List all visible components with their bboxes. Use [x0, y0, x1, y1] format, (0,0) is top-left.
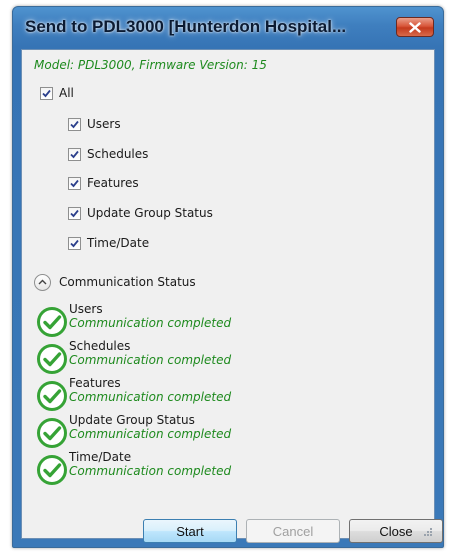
status-item-features: Features Communication completed — [36, 376, 336, 414]
features-checkbox[interactable] — [68, 176, 81, 190]
dialog-content: Model: PDL3000, Firmware Version: 15 All… — [21, 49, 443, 543]
window-title: Send to PDL3000 [Hunterdon Hospital... — [25, 17, 347, 36]
start-button[interactable]: Start — [143, 519, 237, 543]
users-checkbox-label: Users — [87, 117, 121, 131]
update-group-status-checkbox[interactable] — [68, 206, 81, 220]
option-users-row[interactable]: Users — [68, 115, 121, 133]
status-item-users: Users Communication completed — [36, 302, 336, 340]
checkmark-icon — [42, 89, 51, 97]
title-bar[interactable]: Send to PDL3000 [Hunterdon Hospital... — [13, 7, 443, 49]
option-update-group-status-row[interactable]: Update Group Status — [68, 204, 213, 222]
option-schedules-row[interactable]: Schedules — [68, 145, 148, 163]
status-item-message: Communication completed — [69, 353, 232, 367]
communication-status-expander[interactable]: Communication Status — [34, 272, 196, 292]
status-item-name: Time/Date — [69, 450, 132, 464]
all-checkbox-label: All — [59, 86, 74, 100]
send-dialog-window: Send to PDL3000 [Hunterdon Hospital... M… — [12, 6, 444, 548]
chevron-up-icon — [38, 279, 47, 285]
status-item-message: Communication completed — [69, 390, 232, 404]
close-icon — [409, 21, 421, 33]
status-item-name: Users — [69, 302, 103, 316]
status-item-name: Update Group Status — [69, 413, 195, 427]
status-item-message: Communication completed — [69, 316, 232, 330]
check-circle-icon — [37, 455, 67, 485]
checkmark-icon — [70, 179, 79, 187]
all-checkbox-row[interactable]: All — [40, 84, 74, 102]
users-checkbox[interactable] — [68, 117, 81, 131]
checkmark-icon — [70, 150, 79, 158]
cancel-button[interactable]: Cancel — [246, 519, 340, 543]
schedules-checkbox[interactable] — [68, 147, 81, 161]
status-item-name: Schedules — [69, 339, 131, 353]
check-circle-icon — [37, 418, 67, 448]
collapse-toggle-button[interactable] — [34, 273, 51, 291]
model-firmware-info: Model: PDL3000, Firmware Version: 15 — [34, 58, 267, 72]
checkmark-icon — [70, 120, 79, 128]
schedules-checkbox-label: Schedules — [87, 147, 149, 161]
status-item-schedules: Schedules Communication completed — [36, 339, 336, 377]
time-date-checkbox[interactable] — [68, 236, 81, 250]
checkmark-icon — [70, 209, 79, 217]
option-time-date-row[interactable]: Time/Date — [68, 234, 149, 252]
checkmark-icon — [70, 239, 79, 247]
time-date-checkbox-label: Time/Date — [87, 236, 150, 250]
option-features-row[interactable]: Features — [68, 174, 139, 192]
check-circle-icon — [37, 344, 67, 374]
status-item-message: Communication completed — [69, 464, 232, 478]
update-group-status-checkbox-label: Update Group Status — [87, 206, 213, 220]
status-item-message: Communication completed — [69, 427, 232, 441]
window-close-button[interactable] — [396, 17, 434, 37]
communication-status-label: Communication Status — [59, 275, 196, 289]
status-item-time-date: Time/Date Communication completed — [36, 450, 336, 488]
check-circle-icon — [37, 307, 67, 337]
status-item-update-group-status: Update Group Status Communication comple… — [36, 413, 336, 451]
resize-grip-icon[interactable] — [423, 527, 433, 537]
all-checkbox[interactable] — [40, 86, 53, 100]
features-checkbox-label: Features — [87, 176, 139, 190]
check-circle-icon — [37, 381, 67, 411]
status-item-name: Features — [69, 376, 121, 390]
